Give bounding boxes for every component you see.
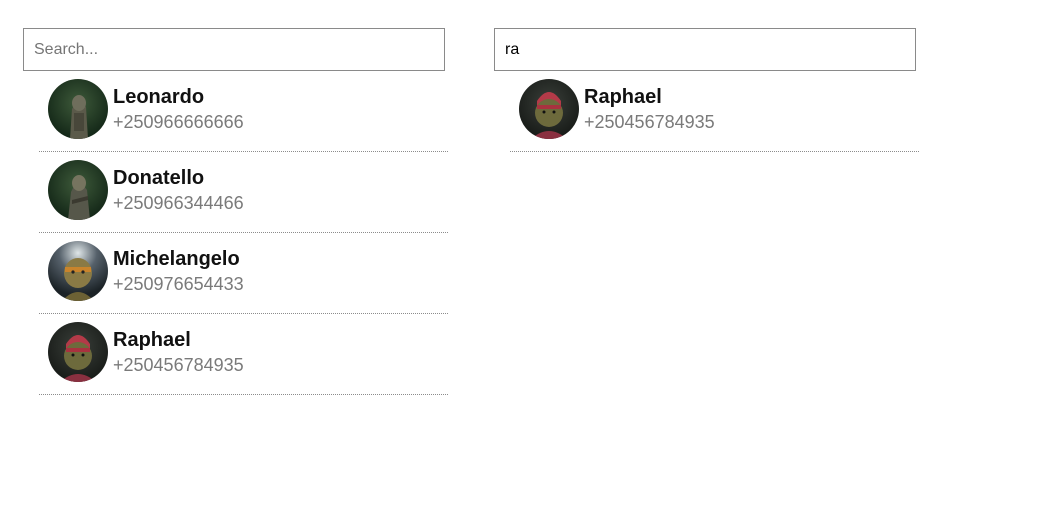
contact-name: Leonardo — [113, 86, 205, 108]
contact-name: Raphael — [584, 86, 662, 108]
contact-phone: +250966344466 — [113, 193, 244, 213]
contact-search-panel-left: Leonardo +250966666666 Donatello +250966… — [23, 28, 448, 395]
list-item[interactable]: Donatello +250966344466 — [39, 152, 448, 233]
contact-phone: +250456784935 — [584, 112, 715, 132]
contact-phone: +250456784935 — [113, 355, 244, 375]
contact-phone: +250966666666 — [113, 112, 244, 132]
list-item[interactable]: Leonardo +250966666666 — [39, 71, 448, 152]
contact-phone: +250976654433 — [113, 274, 244, 294]
list-item[interactable]: Raphael +250456784935 — [510, 71, 919, 152]
contact-name: Donatello — [113, 167, 205, 189]
contact-list: Leonardo +250966666666 Donatello +250966… — [39, 71, 448, 395]
search-input[interactable] — [494, 28, 916, 71]
contact-name: Michelangelo — [113, 248, 240, 270]
turtle-avatar-icon — [48, 160, 108, 220]
search-input[interactable] — [23, 28, 445, 71]
list-item[interactable]: Michelangelo +250976654433 — [39, 233, 448, 314]
turtle-avatar-icon — [48, 79, 108, 139]
turtle-avatar-icon — [519, 79, 579, 139]
turtle-avatar-icon — [48, 322, 108, 382]
list-item[interactable]: Raphael +250456784935 — [39, 314, 448, 395]
contact-search-panel-right: Raphael +250456784935 — [494, 28, 919, 152]
contact-list: Raphael +250456784935 — [510, 71, 919, 152]
turtle-avatar-icon — [48, 241, 108, 301]
contact-name: Raphael — [113, 329, 191, 351]
